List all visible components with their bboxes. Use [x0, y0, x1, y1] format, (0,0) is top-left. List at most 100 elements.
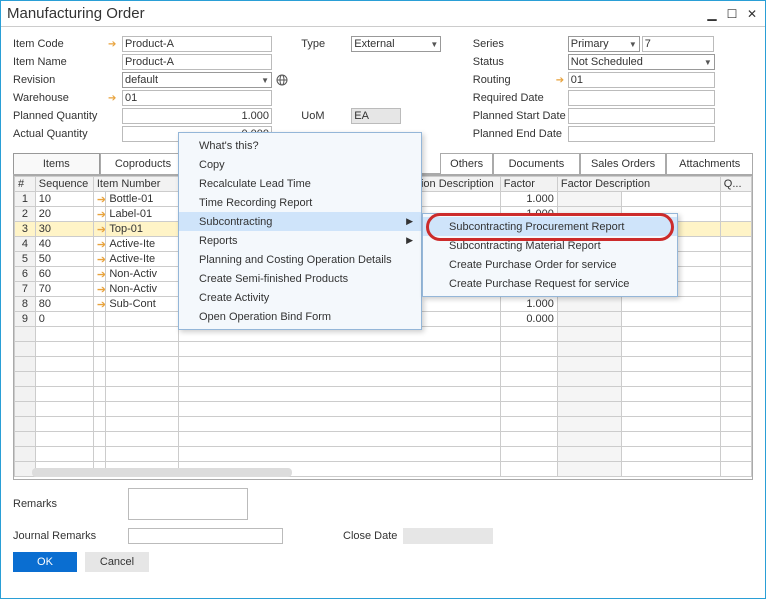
- link-arrow-icon[interactable]: ➔: [108, 93, 122, 104]
- series-select[interactable]: Primary ▼: [568, 36, 640, 52]
- cell-item-number[interactable]: Bottle-01: [106, 192, 179, 207]
- item-name-label: Item Name: [13, 56, 108, 68]
- col-rownum[interactable]: #: [15, 177, 36, 192]
- menu-subcontracting[interactable]: Subcontracting ▶: [179, 212, 421, 231]
- cell-item-number[interactable]: Label-01: [106, 207, 179, 222]
- col-q[interactable]: Q...: [720, 177, 751, 192]
- cell-factor-desc[interactable]: [557, 297, 621, 312]
- cell-item-number[interactable]: Non-Activ: [106, 282, 179, 297]
- cell-q[interactable]: [720, 297, 751, 312]
- tab-documents[interactable]: Documents: [493, 153, 580, 174]
- cell-factor-desc[interactable]: [557, 192, 621, 207]
- journal-remarks-input[interactable]: [128, 528, 283, 544]
- cell-item-number[interactable]: Sub-Cont: [106, 297, 179, 312]
- close-icon[interactable]: ✕: [745, 7, 759, 21]
- link-arrow-icon[interactable]: ➔: [556, 75, 568, 86]
- item-code-input[interactable]: Product-A: [122, 36, 272, 52]
- menu-copy[interactable]: Copy: [179, 155, 421, 174]
- cell-sequence[interactable]: 70: [35, 282, 93, 297]
- cell-sequence[interactable]: 80: [35, 297, 93, 312]
- form-right: Series Primary ▼ 7 Status Not Scheduled …: [473, 35, 753, 143]
- link-arrow-icon[interactable]: ➔: [93, 297, 105, 312]
- link-arrow-icon[interactable]: ➔: [93, 207, 105, 222]
- tab-items[interactable]: Items: [13, 153, 100, 174]
- row-number: 4: [15, 237, 36, 252]
- menu-whats-this[interactable]: What's this?: [179, 136, 421, 155]
- link-arrow-icon[interactable]: ➔: [93, 237, 105, 252]
- link-arrow-icon[interactable]: ➔: [93, 222, 105, 237]
- cell-factor[interactable]: 0.000: [500, 312, 557, 327]
- cell-q[interactable]: [720, 312, 751, 327]
- col-sequence[interactable]: Sequence: [35, 177, 93, 192]
- cell-empty[interactable]: [622, 297, 721, 312]
- required-date-input[interactable]: [568, 90, 715, 106]
- link-arrow-icon[interactable]: ➔: [93, 282, 105, 297]
- cell-sequence[interactable]: 60: [35, 267, 93, 282]
- cell-factor-desc[interactable]: [557, 312, 621, 327]
- maximize-icon[interactable]: ☐: [725, 7, 739, 21]
- row-number: 5: [15, 252, 36, 267]
- cell-sequence[interactable]: 0: [35, 312, 93, 327]
- tab-attachments[interactable]: Attachments: [666, 153, 753, 174]
- ok-button[interactable]: OK: [13, 552, 77, 572]
- cell-empty[interactable]: [622, 312, 721, 327]
- cell-sequence[interactable]: 10: [35, 192, 93, 207]
- link-arrow-icon[interactable]: [93, 312, 105, 327]
- cancel-button[interactable]: Cancel: [85, 552, 149, 572]
- submenu-create-po-service[interactable]: Create Purchase Order for service: [423, 255, 677, 274]
- planned-start-input[interactable]: [568, 108, 715, 124]
- cell-item-number[interactable]: [106, 312, 179, 327]
- menu-open-bind-form[interactable]: Open Operation Bind Form: [179, 307, 421, 326]
- link-arrow-icon[interactable]: ➔: [93, 252, 105, 267]
- cell-item-number[interactable]: Top-01: [106, 222, 179, 237]
- tab-sales-orders[interactable]: Sales Orders: [580, 153, 667, 174]
- minimize-icon[interactable]: ▁: [705, 7, 719, 21]
- warehouse-input[interactable]: 01: [122, 90, 272, 106]
- cell-item-number[interactable]: Active-Ite: [106, 237, 179, 252]
- submenu-material-report[interactable]: Subcontracting Material Report: [423, 236, 677, 255]
- link-arrow-icon[interactable]: ➔: [108, 39, 122, 50]
- cell-factor[interactable]: 1.000: [500, 297, 557, 312]
- remarks-input[interactable]: [128, 488, 248, 520]
- tab-others[interactable]: Others: [440, 153, 493, 174]
- link-arrow-icon[interactable]: ➔: [93, 267, 105, 282]
- routing-input[interactable]: 01: [568, 72, 715, 88]
- menu-create-activity[interactable]: Create Activity: [179, 288, 421, 307]
- col-factor-description[interactable]: Factor Description: [557, 177, 720, 192]
- cell-empty[interactable]: [622, 192, 721, 207]
- globe-icon[interactable]: [275, 73, 289, 87]
- cell-q[interactable]: [720, 222, 751, 237]
- cell-q[interactable]: [720, 267, 751, 282]
- cell-q[interactable]: [720, 282, 751, 297]
- menu-reports[interactable]: Reports ▶: [179, 231, 421, 250]
- col-item-number[interactable]: Item Number: [93, 177, 178, 192]
- cell-sequence[interactable]: 50: [35, 252, 93, 267]
- cell-sequence[interactable]: 20: [35, 207, 93, 222]
- tab-coproducts[interactable]: Coproducts: [100, 153, 187, 174]
- status-select[interactable]: Not Scheduled ▼: [568, 54, 715, 70]
- revision-select[interactable]: default ▼: [122, 72, 272, 88]
- cell-q[interactable]: [720, 192, 751, 207]
- link-arrow-icon[interactable]: ➔: [93, 192, 105, 207]
- cell-factor[interactable]: 1.000: [500, 192, 557, 207]
- menu-recalculate-lead-time[interactable]: Recalculate Lead Time: [179, 174, 421, 193]
- type-select[interactable]: External ▼: [351, 36, 441, 52]
- cell-q[interactable]: [720, 237, 751, 252]
- cell-q[interactable]: [720, 207, 751, 222]
- planned-qty-input[interactable]: 1.000: [122, 108, 272, 124]
- planned-end-input[interactable]: [568, 126, 715, 142]
- submenu-procurement-report[interactable]: Subcontracting Procurement Report: [423, 217, 677, 236]
- menu-planning-costing[interactable]: Planning and Costing Operation Details: [179, 250, 421, 269]
- series-number-input[interactable]: 7: [642, 36, 714, 52]
- cell-item-number[interactable]: Active-Ite: [106, 252, 179, 267]
- cell-q[interactable]: [720, 252, 751, 267]
- menu-time-recording-report[interactable]: Time Recording Report: [179, 193, 421, 212]
- cell-item-number[interactable]: Non-Activ: [106, 267, 179, 282]
- item-name-input[interactable]: Product-A: [122, 54, 272, 70]
- horizontal-scrollbar[interactable]: [32, 468, 292, 477]
- menu-create-semifinished[interactable]: Create Semi-finished Products: [179, 269, 421, 288]
- col-factor[interactable]: Factor: [500, 177, 557, 192]
- cell-sequence[interactable]: 40: [35, 237, 93, 252]
- cell-sequence[interactable]: 30: [35, 222, 93, 237]
- submenu-create-pr-service[interactable]: Create Purchase Request for service: [423, 274, 677, 293]
